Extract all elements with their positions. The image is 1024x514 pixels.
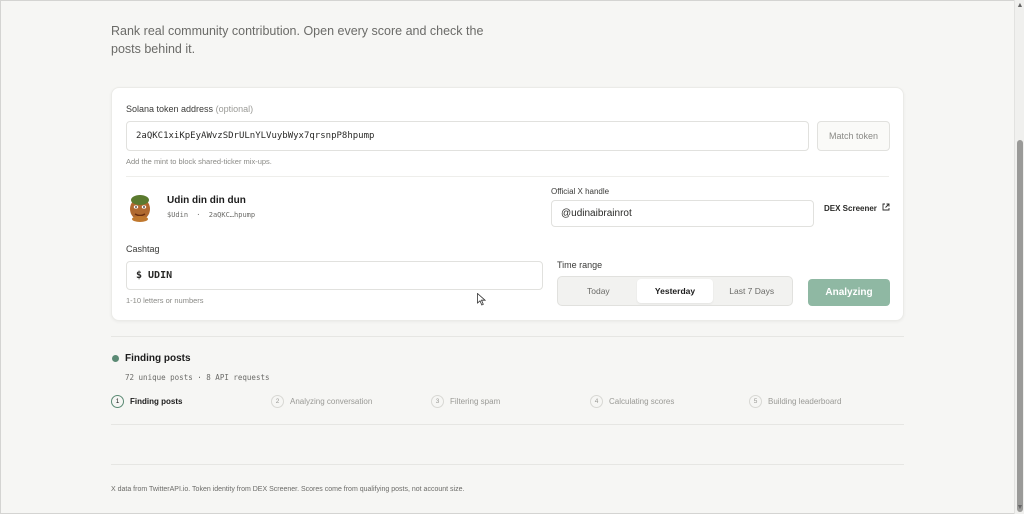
mouse-cursor-icon	[477, 292, 487, 311]
token-address-hint: Add the mint to block shared-ticker mix-…	[126, 157, 272, 166]
match-token-button[interactable]: Match token	[817, 121, 890, 151]
step-number: 4	[590, 395, 603, 408]
scrollbar[interactable]: ▲ ▼	[1014, 0, 1024, 514]
step-label: Filtering spam	[450, 397, 501, 406]
step-calculating-scores: 4 Calculating scores	[590, 395, 674, 408]
cashtag-hint: 1-10 letters or numbers	[126, 296, 204, 305]
cashtag-value: UDIN	[148, 270, 173, 281]
token-address-label: Solana token address (optional)	[126, 104, 253, 114]
step-analyzing-conversation: 2 Analyzing conversation	[271, 395, 372, 408]
progress-top-rule	[111, 336, 904, 337]
token-symbol: $Udin	[167, 211, 189, 219]
step-building-leaderboard: 5 Building leaderboard	[749, 395, 841, 408]
footer-rule	[111, 464, 904, 465]
step-number: 2	[271, 395, 284, 408]
step-number: 5	[749, 395, 762, 408]
time-range-selector: Today Yesterday Last 7 Days	[557, 276, 793, 306]
scroll-down-icon[interactable]: ▼	[1016, 504, 1024, 512]
token-name: Udin din din dun	[167, 195, 246, 206]
token-avatar	[126, 192, 154, 222]
analyze-button[interactable]: Analyzing	[808, 279, 890, 306]
step-label: Finding posts	[130, 397, 183, 406]
time-range-yesterday[interactable]: Yesterday	[636, 279, 714, 303]
status-dot-icon	[112, 355, 119, 362]
cashtag-label: Cashtag	[126, 244, 160, 254]
time-range-today[interactable]: Today	[560, 279, 637, 303]
status-title: Finding posts	[125, 353, 191, 364]
cashtag-prefix: $	[136, 270, 143, 281]
step-number: 1	[111, 395, 124, 408]
token-meta-separator: ·	[196, 211, 201, 219]
step-label: Calculating scores	[609, 397, 675, 406]
step-number: 3	[431, 395, 444, 408]
step-finding-posts: 1 Finding posts	[111, 395, 182, 408]
progress-bottom-rule	[111, 424, 904, 425]
form-divider	[126, 176, 889, 177]
x-handle-value: @udinaibrainrot	[561, 208, 632, 219]
dex-screener-link[interactable]: DEX Screener	[824, 203, 890, 213]
optional-tag: (optional)	[215, 104, 254, 114]
x-handle-input[interactable]: @udinaibrainrot	[551, 200, 814, 227]
dex-screener-label: DEX Screener	[824, 203, 877, 213]
analysis-form-card: Solana token address (optional) 2aQKC1xi…	[111, 87, 904, 321]
step-filtering-spam: 3 Filtering spam	[431, 395, 500, 408]
token-address-value: 2aQKC1xiKpEyAWvzSDrULnYLVuybWyx7qrsnpP8h…	[136, 131, 375, 141]
x-handle-label: Official X handle	[551, 187, 610, 196]
token-address-label-text: Solana token address	[126, 104, 214, 114]
time-range-label: Time range	[557, 260, 603, 270]
scroll-up-icon[interactable]: ▲	[1016, 2, 1024, 10]
time-range-last-7-days[interactable]: Last 7 Days	[713, 279, 790, 303]
token-short-address: 2aQKC…hpump	[208, 211, 256, 219]
step-label: Building leaderboard	[768, 397, 842, 406]
status-meta: 72 unique posts · 8 API requests	[125, 373, 270, 382]
external-link-icon	[882, 203, 890, 213]
footer-text: X data from TwitterAPI.io. Token identit…	[111, 486, 465, 493]
step-label: Analyzing conversation	[290, 397, 373, 406]
intro-text: Rank real community contribution. Open e…	[111, 24, 484, 56]
cashtag-input[interactable]: $ UDIN	[126, 261, 543, 290]
token-meta: $Udin · 2aQKC…hpump	[167, 211, 255, 219]
scroll-thumb[interactable]	[1017, 140, 1023, 512]
token-address-input[interactable]: 2aQKC1xiKpEyAWvzSDrULnYLVuybWyx7qrsnpP8h…	[126, 121, 809, 151]
